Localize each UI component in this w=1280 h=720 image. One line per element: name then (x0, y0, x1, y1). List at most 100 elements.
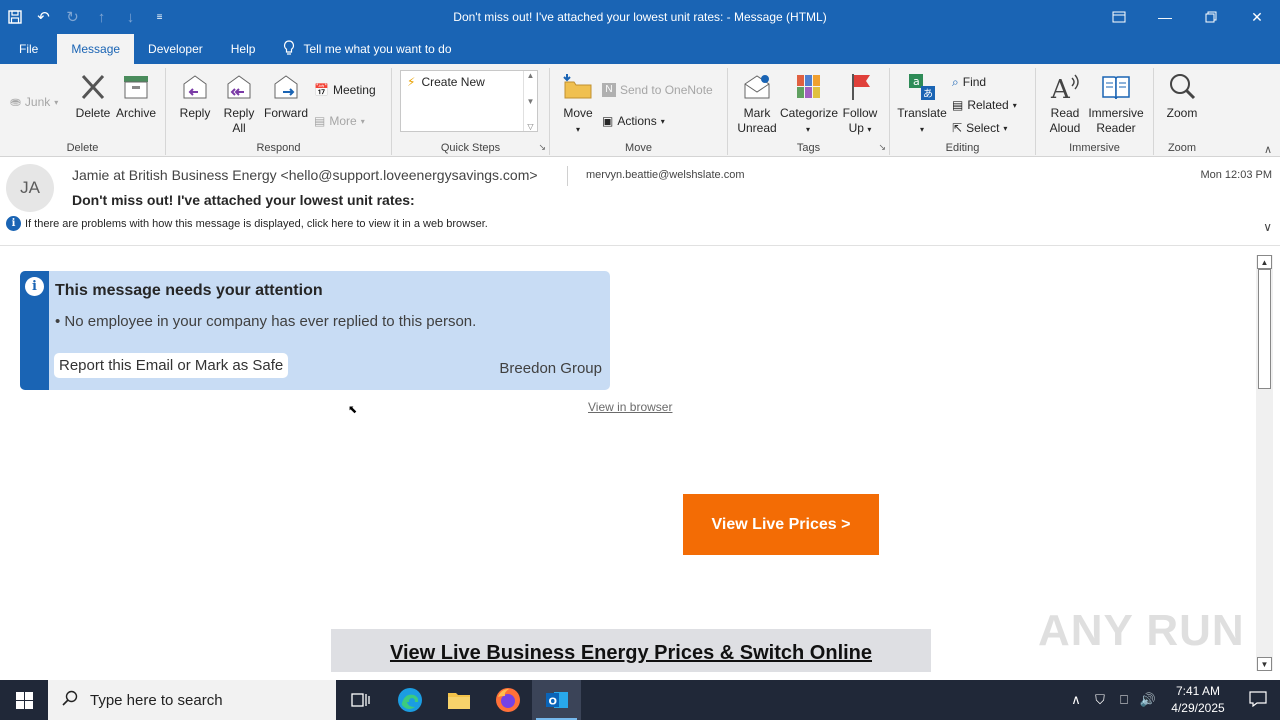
create-new-quick-step[interactable]: ⚡ Create New (407, 75, 485, 89)
junk-button[interactable]: ⛂ Junk ▾ (10, 92, 58, 112)
edge-taskbar-button[interactable] (385, 680, 434, 720)
avatar[interactable]: JA (6, 164, 54, 212)
tab-message[interactable]: Message (57, 34, 135, 64)
immersive-reader-button[interactable]: Immersive Reader (1086, 70, 1146, 136)
task-view-icon (350, 693, 370, 707)
body-scrollbar[interactable]: ▲ ▼ (1256, 255, 1273, 671)
view-live-prices-button[interactable]: View Live Prices > (683, 494, 879, 555)
info-bar[interactable]: i If there are problems with how this me… (6, 216, 488, 231)
collapse-ribbon-icon[interactable]: ∧ (1264, 143, 1272, 156)
save-icon[interactable] (0, 0, 29, 34)
move-group-label: Move (625, 142, 652, 154)
categorize-icon (797, 75, 820, 98)
info-icon: i (6, 216, 21, 231)
scroll-down-arrow-icon[interactable]: ▼ (1257, 657, 1272, 671)
close-icon[interactable]: ✕ (1234, 0, 1280, 34)
forward-button[interactable]: Forward (262, 70, 310, 121)
tab-file[interactable]: File (0, 34, 57, 64)
delete-button[interactable]: Delete (74, 70, 112, 121)
zoom-group-label: Zoom (1167, 142, 1197, 154)
firefox-icon (495, 688, 520, 712)
view-in-browser-link[interactable]: View in browser (588, 400, 672, 414)
scroll-thumb[interactable] (1258, 269, 1271, 389)
tab-help[interactable]: Help (217, 34, 270, 64)
lightbulb-icon (283, 39, 295, 59)
scroll-up-arrow-icon[interactable]: ▲ (1257, 255, 1272, 269)
move-folder-icon (563, 74, 592, 99)
firefox-taskbar-button[interactable] (483, 680, 532, 720)
delete-group: ⛂ Junk ▾ Delete Archive Delete (0, 68, 166, 155)
minimize-icon[interactable]: — (1142, 0, 1188, 34)
find-button[interactable]: ⌕ Find (952, 72, 986, 92)
customize-toolbar-icon[interactable]: ≡ (145, 0, 174, 34)
reply-icon (183, 75, 207, 99)
related-button[interactable]: ▤ Related ▾ (952, 95, 1017, 115)
junk-icon: ⛂ (10, 94, 21, 109)
show-hidden-icons-icon[interactable]: ∧ (1064, 692, 1088, 708)
report-email-button[interactable]: Report this Email or Mark as Safe (54, 353, 289, 378)
redo-icon[interactable]: ↻ (58, 0, 87, 34)
tags-dialog-launcher-icon[interactable]: ↘ (878, 142, 886, 153)
respond-group: Reply Reply All Forward 📅 Meeting ▤ More… (166, 68, 392, 155)
select-button[interactable]: ⇱ Select ▾ (952, 118, 1007, 138)
dialog-launcher-icon[interactable]: ↘ (538, 142, 546, 153)
scroll-up-icon[interactable]: ▲ (527, 71, 535, 80)
expand-header-icon[interactable]: ∨ (1263, 220, 1272, 234)
quick-steps-scroll[interactable]: ▲ ▼ ▽ (523, 71, 537, 131)
file-explorer-taskbar-button[interactable] (434, 680, 483, 720)
reply-all-button[interactable]: Reply All (220, 70, 258, 136)
alert-message: • No employee in your company has ever r… (55, 313, 477, 330)
move-group: Move ▾ N Send to OneNote ▣ Actions ▾ Mov… (550, 68, 728, 155)
search-icon (62, 690, 78, 710)
related-icon: ▤ (952, 98, 964, 112)
follow-up-button[interactable]: Follow Up ▾ (838, 70, 882, 137)
energy-prices-banner[interactable]: View Live Business Energy Prices & Switc… (331, 629, 931, 672)
tell-me-label: Tell me what you want to do (303, 42, 452, 56)
taskbar: Type here to search O ∧ ⛉ ⎕ 🔊 7:41 AM 4/… (0, 680, 1280, 720)
select-cursor-icon: ⇱ (952, 121, 963, 135)
message-datetime: Mon 12:03 PM (1200, 169, 1272, 181)
archive-button[interactable]: Archive (114, 70, 158, 121)
next-item-icon[interactable]: ↓ (116, 0, 145, 34)
tell-me-box[interactable]: Tell me what you want to do (269, 34, 465, 64)
immersive-reader-icon (1102, 76, 1130, 100)
flag-icon (852, 74, 870, 100)
categorize-button[interactable]: Categorize ▾ (780, 70, 838, 137)
attention-alert: i This message needs your attention • No… (20, 271, 610, 390)
taskbar-search[interactable]: Type here to search (48, 680, 336, 720)
notifications-icon[interactable] (1236, 690, 1280, 710)
clock[interactable]: 7:41 AM 4/29/2025 (1160, 683, 1236, 717)
banner-link[interactable]: View Live Business Energy Prices & Switc… (390, 642, 872, 664)
zoom-group: Zoom Zoom (1154, 68, 1210, 155)
security-icon[interactable]: ⛉ (1088, 692, 1112, 708)
recipient[interactable]: mervyn.beattie@welshslate.com (586, 169, 745, 181)
zoom-button[interactable]: Zoom (1162, 70, 1202, 121)
read-aloud-button[interactable]: A Read Aloud (1044, 70, 1086, 136)
meeting-button[interactable]: 📅 Meeting (314, 80, 376, 100)
volume-icon[interactable]: 🔊 (1136, 692, 1160, 708)
send-to-onenote-button[interactable]: N Send to OneNote (602, 80, 713, 100)
translate-button[interactable]: aあ Translate ▾ (896, 70, 948, 137)
alert-organization: Breedon Group (499, 360, 602, 377)
start-button[interactable] (0, 680, 48, 720)
sender[interactable]: Jamie at British Business Energy <hello@… (72, 167, 538, 183)
outlook-taskbar-button[interactable]: O (532, 680, 581, 720)
reply-button[interactable]: Reply (176, 70, 214, 121)
mark-unread-button[interactable]: Mark Unread (734, 70, 780, 136)
restore-icon[interactable] (1188, 0, 1234, 34)
network-icon[interactable]: ⎕ (1112, 692, 1136, 708)
actions-button[interactable]: ▣ Actions ▾ (602, 111, 665, 131)
find-icon: ⌕ (952, 74, 959, 89)
expand-gallery-icon[interactable]: ▽ (527, 122, 533, 131)
task-view-button[interactable] (336, 680, 385, 720)
ribbon-display-options-icon[interactable] (1096, 0, 1142, 34)
more-respond-button[interactable]: ▤ More ▾ (314, 111, 365, 131)
previous-item-icon[interactable]: ↑ (87, 0, 116, 34)
header-separator (567, 166, 568, 186)
move-button[interactable]: Move ▾ (560, 70, 596, 137)
tab-developer[interactable]: Developer (134, 34, 217, 64)
undo-icon[interactable]: ↶ (29, 0, 58, 34)
scroll-down-icon[interactable]: ▼ (527, 97, 535, 106)
mark-unread-icon (744, 75, 770, 99)
quick-steps-group: ⚡ Create New ▲ ▼ ▽ Quick Steps ↘ (392, 68, 550, 155)
